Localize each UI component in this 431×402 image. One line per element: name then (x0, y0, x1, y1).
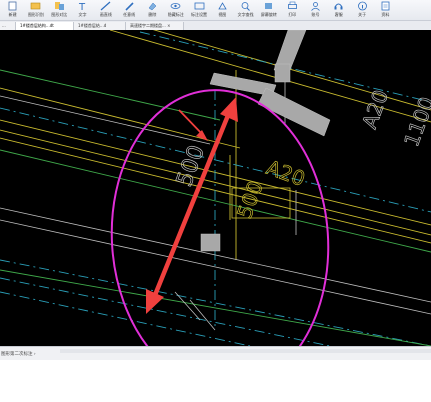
toolbar-button-label: 资料 (381, 12, 390, 17)
toolbar-button-9[interactable]: 标注设置 (187, 1, 210, 21)
toolbar-button-label: 画直线 (99, 12, 112, 17)
toolbar-button-1[interactable]: 新建 (1, 1, 24, 21)
toolbar-button-2[interactable]: 图形识别 (24, 1, 47, 21)
eye-icon (170, 3, 181, 9)
toolbar-button-label: 新建 (8, 12, 17, 17)
text-icon: T (78, 2, 86, 11)
document-icon (381, 1, 390, 11)
annotation-pointer-head (196, 130, 208, 141)
dimension-label-500-center: 500 (232, 178, 268, 222)
tab-drawing-1[interactable]: 1#楼首层结构...dt (16, 22, 74, 30)
dimension-label-500-left: 500 (172, 142, 210, 190)
toolbar-button-label: 隐藏标注 (167, 12, 184, 17)
toolbar-button-14[interactable]: 账号 (304, 1, 327, 21)
info-icon (357, 1, 367, 11)
toolbar-button-3[interactable]: 图形对比 (48, 1, 71, 21)
text-search-icon (241, 2, 250, 11)
settings-icon (194, 2, 204, 10)
toolbar-button-label: 关于 (358, 12, 367, 17)
view-icon (218, 2, 227, 10)
toolbar-button-label: 任意线 (123, 12, 136, 17)
drawing-canvas[interactable]: A20 500 A20 1100 500 (0, 30, 431, 346)
line-icon (100, 1, 111, 11)
toolbar-button-11[interactable]: 文字查找 (234, 1, 257, 21)
toolbar: 新建 图形识别 图形对比 T 文字 画直线 任意线 删除 隐藏标注 标注设置 视图 文字查找 屏幕旋转打… (0, 0, 431, 21)
status-text: 图形第二次标注 › (1, 352, 36, 357)
toolbar-button-4[interactable]: T 文字 (71, 1, 94, 21)
toolbar-button-label: 屏幕旋转 (260, 12, 277, 17)
rotate-icon (265, 3, 273, 9)
toolbar-button-10[interactable]: 视图 (211, 1, 234, 21)
svg-text:T: T (78, 2, 86, 11)
toolbar-button-label: 图形对比 (51, 12, 68, 17)
tab-drawing-2[interactable]: 1#楼首层结...d (74, 22, 126, 30)
toolbar-button-label: 视图 (218, 12, 227, 17)
dimension-label-a20-right: A20 (357, 87, 393, 132)
toolbar-button-17[interactable]: 资料 (374, 1, 397, 21)
pencil-icon (125, 2, 134, 11)
recognize-icon (31, 2, 41, 10)
headset-icon (334, 3, 343, 10)
toolbar-button-15[interactable]: 客服 (327, 1, 350, 21)
toolbar-button-5[interactable]: 画直线 (94, 1, 117, 21)
tab-overflow[interactable]: ... (0, 22, 16, 30)
account-icon (311, 2, 320, 11)
toolbar-button-6[interactable]: 任意线 (117, 1, 140, 21)
new-file-icon (8, 1, 17, 11)
compare-icon (54, 2, 64, 10)
annotation-double-arrow (146, 97, 238, 314)
toolbar-button-label: 删除 (148, 12, 157, 17)
print-icon (287, 1, 297, 9)
toolbar-button-label: 图形识别 (27, 12, 44, 17)
toolbar-button-13[interactable]: 打印 (281, 1, 304, 21)
toolbar-button-label: 客服 (334, 12, 343, 17)
tab-drawing-3[interactable]: 高速楼宇二期楼盘... × (126, 22, 184, 30)
toolbar-button-16[interactable]: 关于 (350, 1, 373, 21)
toolbar-button-label: 打印 (288, 12, 297, 17)
cad-drawing: A20 500 A20 1100 500 (0, 30, 431, 346)
toolbar-button-7[interactable]: 删除 (141, 1, 164, 21)
eraser-icon (148, 2, 157, 11)
horizontal-scrollbar[interactable] (60, 349, 431, 353)
toolbar-button-12[interactable]: 屏幕旋转 (257, 1, 280, 21)
toolbar-button-label: 账号 (311, 12, 320, 17)
toolbar-button-8[interactable]: 隐藏标注 (164, 1, 187, 21)
toolbar-button-label: 标注设置 (191, 12, 208, 17)
white-lines (0, 50, 431, 331)
status-bar: 图形第二次标注 › (0, 346, 431, 360)
toolbar-button-label: 文字 (78, 12, 87, 17)
toolbar-button-label: 文字查找 (237, 12, 254, 17)
